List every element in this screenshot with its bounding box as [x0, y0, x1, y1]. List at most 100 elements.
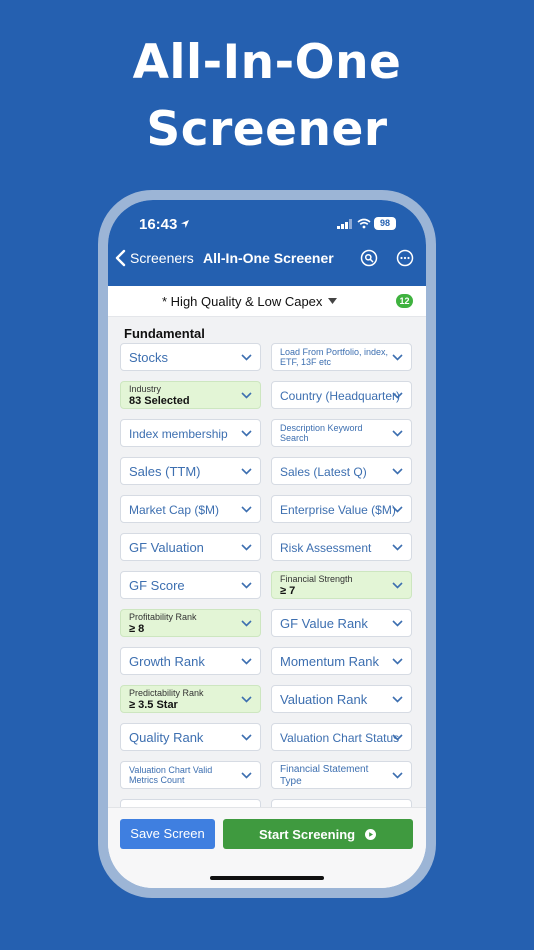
chevron-down-icon [241, 658, 252, 665]
filter-valuation-rank[interactable]: Valuation Rank [271, 685, 412, 713]
chevron-down-icon [392, 658, 403, 665]
play-icon [365, 829, 376, 840]
phone-screen: 16:43 98 Screeners All-In-One Screener *… [108, 200, 426, 888]
page-title: All-In-One Screener [203, 250, 334, 266]
battery-indicator: 98 [374, 217, 396, 230]
filter-label: Quality Rank [129, 730, 204, 745]
filter-sales-ttm[interactable]: Sales (TTM) [120, 457, 261, 485]
chevron-down-icon [392, 544, 403, 551]
status-time: 16:43 [139, 216, 178, 233]
chevron-down-icon [392, 734, 403, 741]
filter-label: Financial Strength [280, 574, 353, 584]
start-screening-button[interactable]: Start Screening [223, 819, 413, 849]
filter-label: Sales (Latest Q) [280, 465, 367, 479]
preset-selector[interactable]: * High Quality & Low Capex [162, 294, 322, 309]
home-indicator [210, 876, 324, 880]
filter-panel: Fundamental Stocks Load From Portfolio, … [108, 317, 426, 807]
filter-sales-latest-q[interactable]: Sales (Latest Q) [271, 457, 412, 485]
headline-line-1: All-In-One [132, 35, 402, 90]
chevron-down-icon [241, 430, 252, 437]
filter-label: Profitability Rank [129, 612, 197, 622]
headline-line-2: Screener [146, 102, 388, 157]
more-icon[interactable] [396, 249, 414, 267]
chevron-down-icon [392, 392, 403, 399]
filter-label: Market Cap ($M) [129, 503, 220, 517]
filter-market-cap[interactable]: Market Cap ($M) [120, 495, 261, 523]
filter-momentum-rank[interactable]: Momentum Rank [271, 647, 412, 675]
chevron-down-icon [392, 506, 403, 513]
filter-label: Description Keyword Search [280, 423, 363, 443]
filter-next-right[interactable] [271, 799, 412, 807]
chevron-down-icon [241, 468, 252, 475]
chevron-down-icon [392, 696, 403, 703]
filter-gf-valuation[interactable]: GF Valuation [120, 533, 261, 561]
chevron-down-icon [241, 582, 252, 589]
filter-label: Valuation Chart Status [280, 731, 400, 745]
chevron-down-icon [392, 354, 403, 361]
filter-label: Financial Statement Type [280, 764, 369, 787]
filter-label: GF Valuation [129, 540, 204, 555]
filter-growth-rank[interactable]: Growth Rank [120, 647, 261, 675]
filter-label: Load From Portfolio, index, ETF, 13F etc [280, 347, 389, 367]
filter-value: ≥ 3.5 Star [129, 699, 178, 711]
filter-label: GF Score [129, 578, 185, 593]
chevron-down-icon [241, 772, 252, 779]
filter-stocks[interactable]: Stocks [120, 343, 261, 371]
filter-label: Valuation Rank [280, 692, 368, 707]
filter-valuation-chart-status[interactable]: Valuation Chart Status [271, 723, 412, 751]
filter-risk-assessment[interactable]: Risk Assessment [271, 533, 412, 561]
filter-label: Predictability Rank [129, 688, 204, 698]
filter-label: GF Value Rank [280, 616, 368, 631]
back-button[interactable]: Screeners [130, 250, 194, 266]
criteria-count-badge: 12 [396, 294, 413, 308]
section-title: Fundamental [124, 326, 205, 341]
filter-enterprise-value[interactable]: Enterprise Value ($M) [271, 495, 412, 523]
filter-label: Valuation Chart Valid Metrics Count [129, 765, 213, 785]
filter-valuation-chart-valid-metrics[interactable]: Valuation Chart Valid Metrics Count [120, 761, 261, 789]
filter-predictability-rank[interactable]: Predictability Rank ≥ 3.5 Star [120, 685, 261, 713]
chevron-down-icon [241, 354, 252, 361]
preset-bar: * High Quality & Low Capex 12 [108, 286, 426, 317]
filter-value: ≥ 7 [280, 585, 296, 597]
filter-profitability-rank[interactable]: Profitability Rank ≥ 8 [120, 609, 261, 637]
chevron-down-icon [392, 430, 403, 437]
filter-value: 83 Selected [129, 395, 190, 407]
caret-down-icon[interactable] [328, 298, 337, 304]
filter-financial-statement-type[interactable]: Financial Statement Type [271, 761, 412, 789]
location-arrow-icon [181, 220, 189, 228]
chevron-down-icon [392, 468, 403, 475]
chevron-down-icon [241, 696, 252, 703]
back-chevron-icon[interactable] [114, 249, 126, 267]
filter-label: Growth Rank [129, 654, 205, 669]
app-header: 16:43 98 Screeners All-In-One Screener [108, 200, 426, 286]
search-icon[interactable] [360, 249, 378, 267]
filter-label: Industry [129, 384, 162, 394]
chevron-down-icon [392, 582, 403, 589]
filter-quality-rank[interactable]: Quality Rank [120, 723, 261, 751]
filter-next-left[interactable] [120, 799, 261, 807]
chevron-down-icon [241, 620, 252, 627]
filter-label: Momentum Rank [280, 654, 379, 669]
wifi-icon [357, 218, 371, 229]
filter-country[interactable]: Country (Headquarter) [271, 381, 412, 409]
filter-gf-value-rank[interactable]: GF Value Rank [271, 609, 412, 637]
phone-frame: 16:43 98 Screeners All-In-One Screener *… [98, 190, 436, 898]
chevron-down-icon [392, 620, 403, 627]
filter-financial-strength[interactable]: Financial Strength ≥ 7 [271, 571, 412, 599]
filter-index-membership[interactable]: Index membership [120, 419, 261, 447]
save-screen-button[interactable]: Save Screen [120, 819, 215, 849]
chevron-down-icon [241, 734, 252, 741]
filter-label: Index membership [129, 427, 228, 441]
filter-load-from-portfolio[interactable]: Load From Portfolio, index, ETF, 13F etc [271, 343, 412, 371]
action-bar: Save Screen Start Screening [108, 807, 426, 888]
filter-value: ≥ 8 [129, 623, 145, 635]
filter-label: Sales (TTM) [129, 464, 201, 479]
signal-icon [337, 219, 352, 229]
filter-label: Stocks [129, 350, 169, 365]
filter-gf-score[interactable]: GF Score [120, 571, 261, 599]
filter-label: Country (Headquarter) [280, 389, 401, 403]
filter-industry[interactable]: Industry 83 Selected [120, 381, 261, 409]
filter-label: Risk Assessment [280, 541, 372, 555]
chevron-down-icon [241, 392, 252, 399]
filter-description-keyword[interactable]: Description Keyword Search [271, 419, 412, 447]
